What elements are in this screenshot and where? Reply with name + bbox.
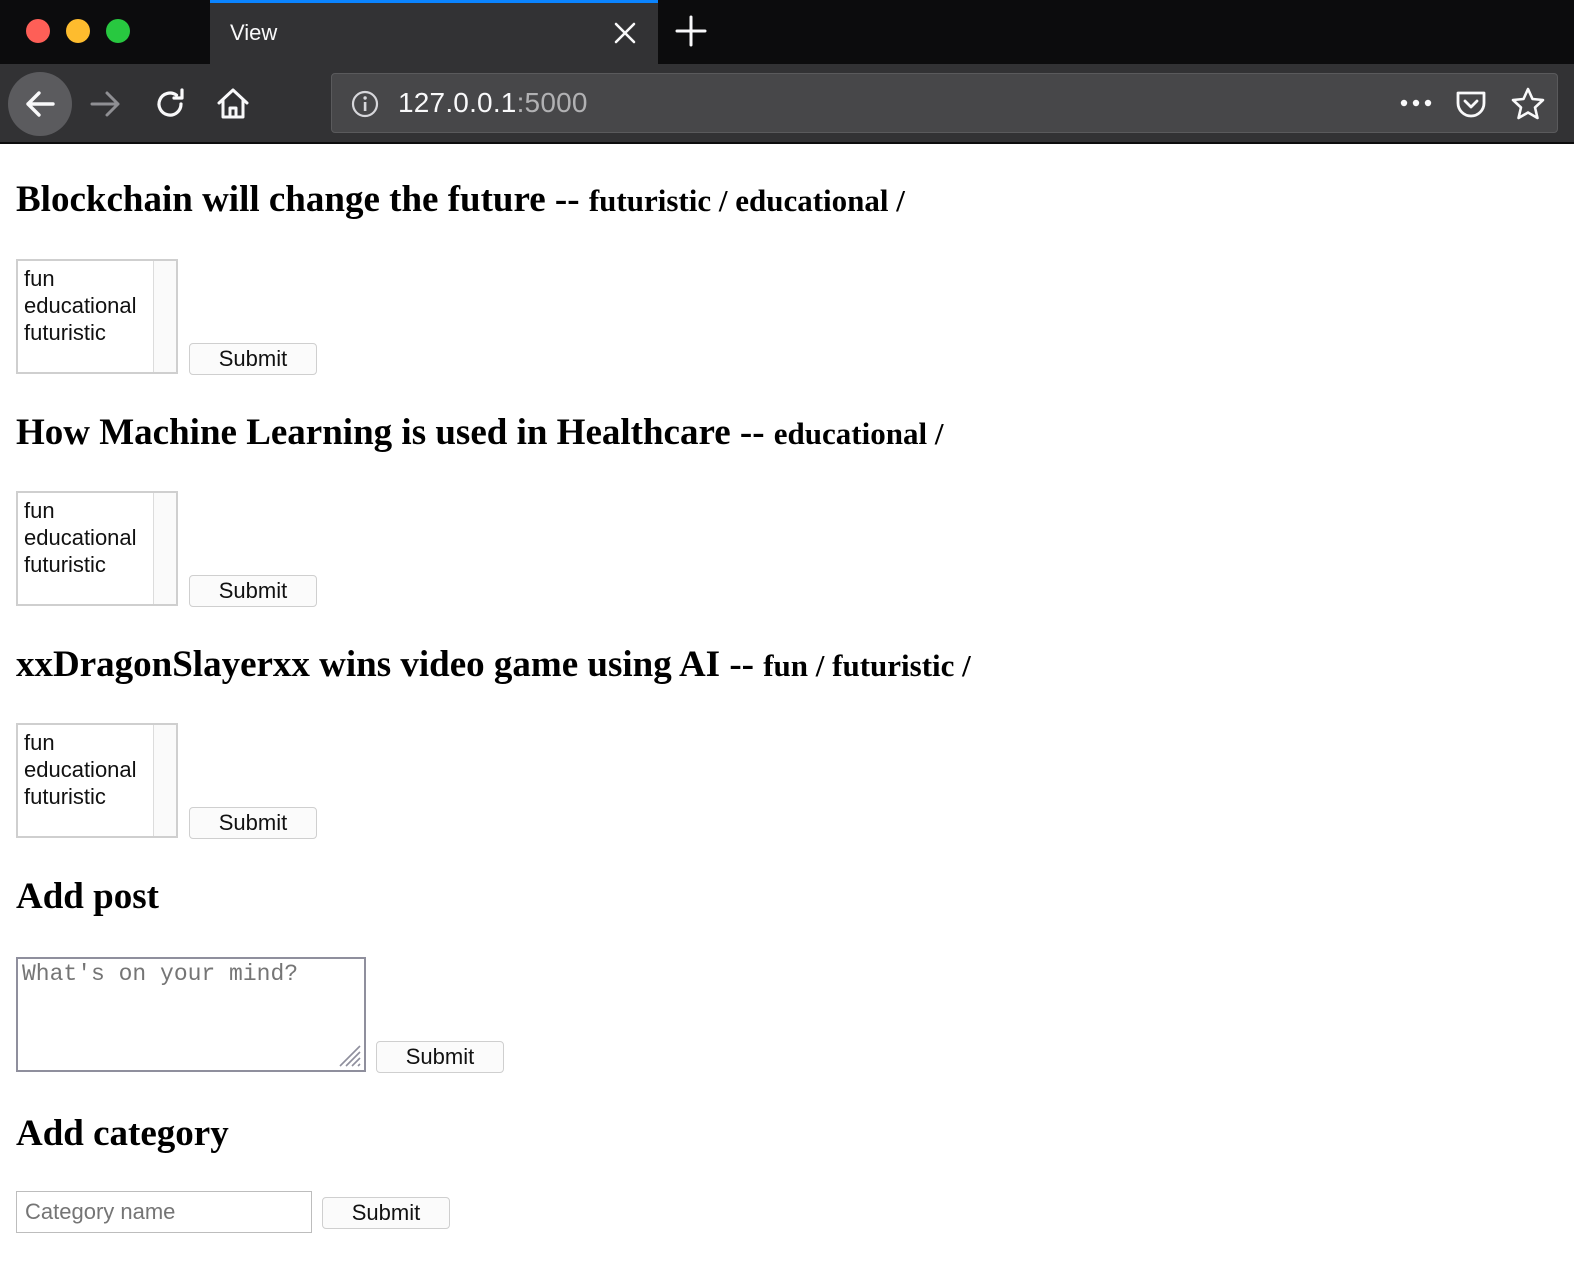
post-title-text: How Machine Learning is used in Healthca… <box>16 412 774 453</box>
reload-button[interactable] <box>150 84 190 124</box>
tab-bar: View <box>0 0 1574 64</box>
bookmark-star-icon[interactable] <box>1510 86 1546 122</box>
add-category-heading: Add category <box>16 1113 229 1154</box>
post-textarea[interactable] <box>16 957 366 1072</box>
category-option-futuristic[interactable]: futuristic <box>18 783 137 810</box>
home-icon <box>217 88 249 119</box>
close-icon[interactable] <box>612 20 638 46</box>
category-select[interactable]: fun educational futuristic <box>16 259 178 374</box>
submit-new-category-button[interactable]: Submit <box>322 1197 450 1229</box>
address-bar[interactable]: 127.0.0.1:5000 <box>331 73 1558 133</box>
category-option-fun[interactable]: fun <box>18 729 137 756</box>
scrollbar[interactable] <box>153 261 176 372</box>
submit-category-button[interactable]: Submit <box>189 343 317 375</box>
category-option-futuristic[interactable]: futuristic <box>18 551 137 578</box>
home-button[interactable] <box>213 84 253 124</box>
pocket-icon[interactable] <box>1454 87 1488 121</box>
reload-icon <box>157 88 184 117</box>
close-window-button[interactable] <box>26 19 50 43</box>
post-item: How Machine Learning is used in Healthca… <box>16 376 1556 608</box>
post-title: xxDragonSlayerxx wins video game using A… <box>16 643 971 686</box>
post-categories: fun / futuristic / <box>763 648 971 683</box>
submit-category-button[interactable]: Submit <box>189 575 317 607</box>
minimize-window-button[interactable] <box>66 19 90 43</box>
navigation-toolbar: 127.0.0.1:5000 <box>0 64 1574 144</box>
post-categories: educational / <box>773 416 944 451</box>
tab-title: View <box>230 20 278 45</box>
category-name-input[interactable] <box>16 1191 312 1233</box>
post-title-text: Blockchain will change the future -- <box>16 179 589 220</box>
category-option-educational[interactable]: educational <box>18 292 137 319</box>
post-title: Blockchain will change the future -- fut… <box>16 178 905 221</box>
post-title-text: xxDragonSlayerxx wins video game using A… <box>16 644 764 685</box>
post-item: xxDragonSlayerxx wins video game using A… <box>16 608 1556 840</box>
info-icon[interactable] <box>350 89 380 119</box>
add-post-section: Add post Submit <box>16 840 1556 1080</box>
add-post-heading: Add post <box>16 876 159 917</box>
category-select[interactable]: fun educational futuristic <box>16 723 178 838</box>
category-select[interactable]: fun educational futuristic <box>16 491 178 606</box>
category-option-futuristic[interactable]: futuristic <box>18 319 137 346</box>
url-host: 127.0.0.1 <box>398 87 517 118</box>
url-port: :5000 <box>516 87 588 118</box>
category-option-educational[interactable]: educational <box>18 524 137 551</box>
submit-post-button[interactable]: Submit <box>376 1041 504 1073</box>
category-option-fun[interactable]: fun <box>18 497 137 524</box>
arrow-left-icon <box>26 91 55 117</box>
resize-grip-icon[interactable] <box>336 1042 362 1068</box>
forward-button[interactable] <box>86 84 126 124</box>
back-button[interactable] <box>8 72 72 136</box>
tab-view[interactable]: View <box>210 0 658 64</box>
post-item: Blockchain will change the future -- fut… <box>16 144 1556 376</box>
scrollbar[interactable] <box>153 493 176 604</box>
zoom-window-button[interactable] <box>106 19 130 43</box>
post-title: How Machine Learning is used in Healthca… <box>16 411 943 454</box>
post-categories: futuristic / educational / <box>588 183 905 218</box>
more-actions-icon[interactable] <box>1398 88 1434 118</box>
scrollbar[interactable] <box>153 725 176 836</box>
category-option-educational[interactable]: educational <box>18 756 137 783</box>
arrow-right-icon <box>90 91 120 117</box>
url-text[interactable]: 127.0.0.1:5000 <box>398 87 588 119</box>
submit-category-button[interactable]: Submit <box>189 807 317 839</box>
add-category-section: Add category Submit <box>16 1080 1556 1240</box>
new-tab-icon[interactable] <box>674 14 708 48</box>
category-option-fun[interactable]: fun <box>18 265 137 292</box>
